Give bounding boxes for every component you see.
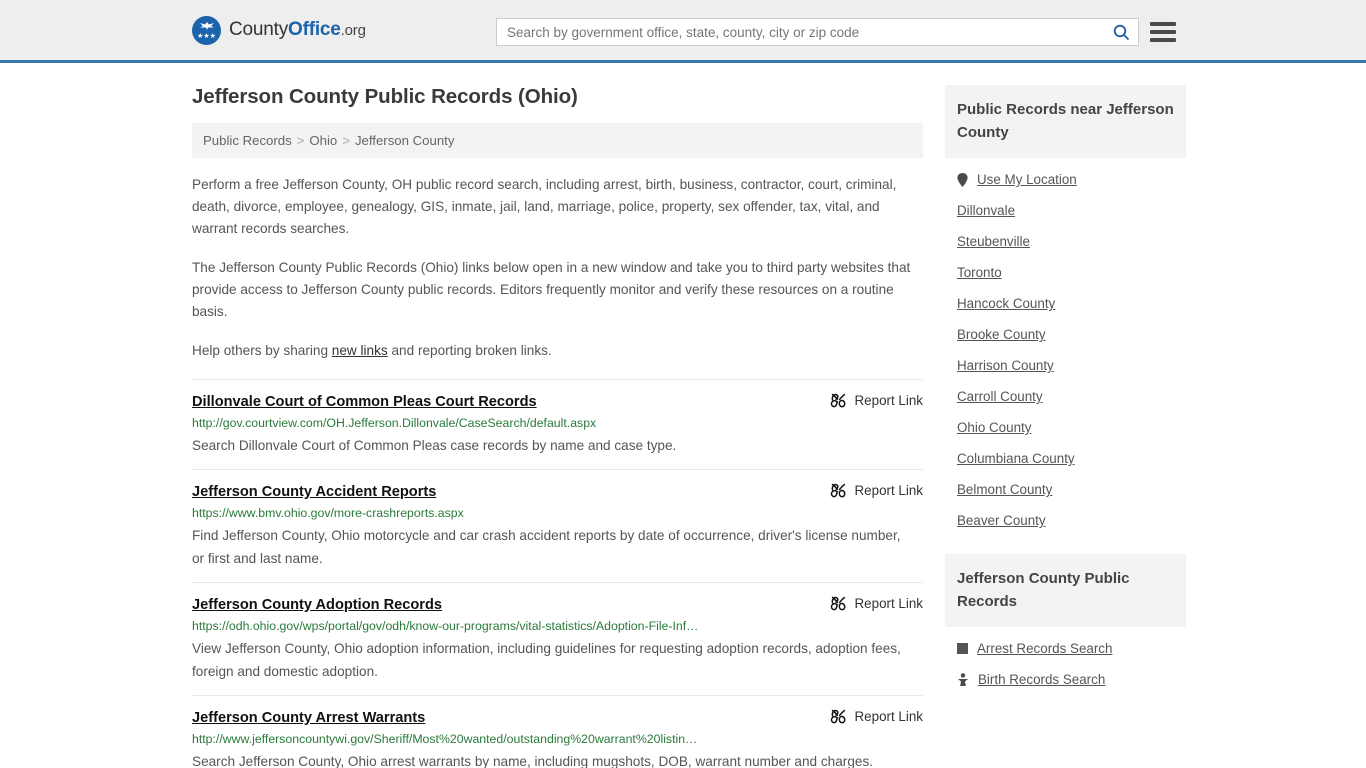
report-link-label: Report Link xyxy=(854,596,923,611)
help-line: Help others by sharing new links and rep… xyxy=(192,340,923,362)
breadcrumb-item-jefferson-county[interactable]: Jefferson County xyxy=(355,133,454,148)
intro-paragraph-1: Perform a free Jefferson County, OH publ… xyxy=(192,177,897,236)
sidebar-link-label[interactable]: Dillonvale xyxy=(957,203,1015,218)
help-line-before: Help others by sharing xyxy=(192,343,332,358)
breadcrumb-separator: > xyxy=(296,133,305,148)
hamburger-menu-icon-bar xyxy=(1150,38,1176,42)
sidebar: Public Records near Jefferson County Use… xyxy=(945,85,1186,768)
sidebar-link-label[interactable]: Beaver County xyxy=(957,513,1046,528)
sidebar-link-label[interactable]: Columbiana County xyxy=(957,451,1075,466)
breadcrumb: Public Records > Ohio > Jefferson County xyxy=(192,123,923,158)
result-item: Jefferson County Adoption Records Report… xyxy=(192,582,923,695)
report-link-label: Report Link xyxy=(854,709,923,724)
broken-link-icon xyxy=(830,483,845,498)
result-description: View Jefferson County, Ohio adoption inf… xyxy=(192,641,901,679)
sidebar-link-label[interactable]: Hancock County xyxy=(957,296,1055,311)
report-link-button[interactable]: Report Link xyxy=(830,392,923,409)
sidebar-item-toronto[interactable]: Toronto xyxy=(945,257,1186,288)
eagle-icon xyxy=(199,21,214,30)
intro-paragraph-2: The Jefferson County Public Records (Ohi… xyxy=(192,260,911,319)
result-item: Jefferson County Accident Reports Report… xyxy=(192,469,923,582)
sidebar-item-belmont-county[interactable]: Belmont County xyxy=(945,474,1186,505)
main-content: Jefferson County Public Records (Ohio) P… xyxy=(192,85,923,768)
breadcrumb-item-ohio[interactable]: Ohio xyxy=(309,133,337,148)
search-bar xyxy=(496,18,1139,46)
breadcrumb-separator: > xyxy=(342,133,350,148)
sidebar-item-beaver-county[interactable]: Beaver County xyxy=(945,505,1186,536)
help-line-after: and reporting broken links. xyxy=(387,343,552,358)
map-pin-icon xyxy=(957,172,968,187)
result-title-link[interactable]: Jefferson County Accident Reports xyxy=(192,484,436,500)
page-title: Jefferson County Public Records (Ohio) xyxy=(192,85,578,108)
search-icon xyxy=(1113,24,1129,40)
result-url: http://www.jeffersoncountywi.gov/Sheriff… xyxy=(192,732,698,746)
result-title-link[interactable]: Jefferson County Arrest Warrants xyxy=(192,710,425,726)
logo-text-county: County xyxy=(229,19,289,40)
sidebar-link-label[interactable]: Ohio County xyxy=(957,420,1031,435)
search-input[interactable] xyxy=(497,19,1104,45)
site-header: ★★★ CountyOffice.org xyxy=(0,0,1366,63)
result-title-link[interactable]: Jefferson County Adoption Records xyxy=(192,597,442,613)
result-url: https://odh.ohio.gov/wps/portal/gov/odh/… xyxy=(192,619,699,633)
breadcrumb-item-public-records[interactable]: Public Records xyxy=(203,133,292,148)
sidebar-records-list: Arrest Records Search Birth Records Sear… xyxy=(945,627,1186,695)
report-link-button[interactable]: Report Link xyxy=(830,708,923,725)
broken-link-icon xyxy=(830,393,845,408)
search-button[interactable] xyxy=(1104,19,1138,45)
sidebar-item-birth-records-search[interactable]: Birth Records Search xyxy=(945,664,1186,695)
sidebar-link-label[interactable]: Harrison County xyxy=(957,358,1054,373)
result-title-link[interactable]: Dillonvale Court of Common Pleas Court R… xyxy=(192,394,537,410)
result-item: Jefferson County Arrest Warrants Report … xyxy=(192,695,923,768)
sidebar-item-use-my-location[interactable]: Use My Location xyxy=(945,158,1186,195)
broken-link-icon xyxy=(830,596,845,611)
sidebar-link-label[interactable]: Birth Records Search xyxy=(978,672,1105,687)
hamburger-menu-icon-bar xyxy=(1150,30,1176,34)
sidebar-link-label[interactable]: Carroll County xyxy=(957,389,1043,404)
sidebar-item-dillonvale[interactable]: Dillonvale xyxy=(945,195,1186,226)
logo-text-org: .org xyxy=(340,22,366,39)
report-link-button[interactable]: Report Link xyxy=(830,595,923,612)
hamburger-menu-button[interactable] xyxy=(1150,19,1176,45)
sidebar-records-title: Jefferson County Public Records xyxy=(945,554,1186,627)
sidebar-nearby-list: Use My Location Dillonvale Steubenville … xyxy=(945,158,1186,536)
result-description: Search Dillonvale Court of Common Pleas … xyxy=(192,438,677,453)
broken-link-icon xyxy=(830,709,845,724)
sidebar-item-steubenville[interactable]: Steubenville xyxy=(945,226,1186,257)
report-link-label: Report Link xyxy=(854,483,923,498)
sidebar-item-ohio-county[interactable]: Ohio County xyxy=(945,412,1186,443)
result-url: https://www.bmv.ohio.gov/more-crashrepor… xyxy=(192,506,464,520)
stars-icon: ★★★ xyxy=(197,32,216,40)
sidebar-item-harrison-county[interactable]: Harrison County xyxy=(945,350,1186,381)
report-link-label: Report Link xyxy=(854,393,923,408)
sidebar-item-brooke-county[interactable]: Brooke County xyxy=(945,319,1186,350)
new-links-link[interactable]: new links xyxy=(332,343,388,358)
sidebar-item-columbiana-county[interactable]: Columbiana County xyxy=(945,443,1186,474)
result-description: Search Jefferson County, Ohio arrest war… xyxy=(192,754,874,768)
sidebar-item-carroll-county[interactable]: Carroll County xyxy=(945,381,1186,412)
logo-text-office: Office xyxy=(288,19,341,40)
site-logo[interactable]: ★★★ CountyOffice.org xyxy=(192,15,366,45)
result-url: http://gov.courtview.com/OH.Jefferson.Di… xyxy=(192,416,597,430)
sidebar-link-label[interactable]: Toronto xyxy=(957,265,1002,280)
square-icon xyxy=(957,643,968,654)
page-body: Jefferson County Public Records (Ohio) P… xyxy=(0,63,1366,768)
sidebar-link-label[interactable]: Use My Location xyxy=(977,172,1077,187)
eagle-seal-logo-icon: ★★★ xyxy=(192,15,221,45)
logo-text: CountyOffice.org xyxy=(229,19,366,41)
sidebar-item-arrest-records-search[interactable]: Arrest Records Search xyxy=(945,627,1186,664)
result-description: Find Jefferson County, Ohio motorcycle a… xyxy=(192,528,901,566)
sidebar-link-label[interactable]: Arrest Records Search xyxy=(977,641,1112,656)
sidebar-item-hancock-county[interactable]: Hancock County xyxy=(945,288,1186,319)
sidebar-link-label[interactable]: Belmont County xyxy=(957,482,1052,497)
baby-icon xyxy=(958,673,968,686)
sidebar-link-label[interactable]: Brooke County xyxy=(957,327,1046,342)
sidebar-link-label[interactable]: Steubenville xyxy=(957,234,1030,249)
sidebar-nearby-title: Public Records near Jefferson County xyxy=(945,85,1186,158)
result-item: Dillonvale Court of Common Pleas Court R… xyxy=(192,379,923,469)
hamburger-menu-icon-bar xyxy=(1150,22,1176,26)
report-link-button[interactable]: Report Link xyxy=(830,482,923,499)
